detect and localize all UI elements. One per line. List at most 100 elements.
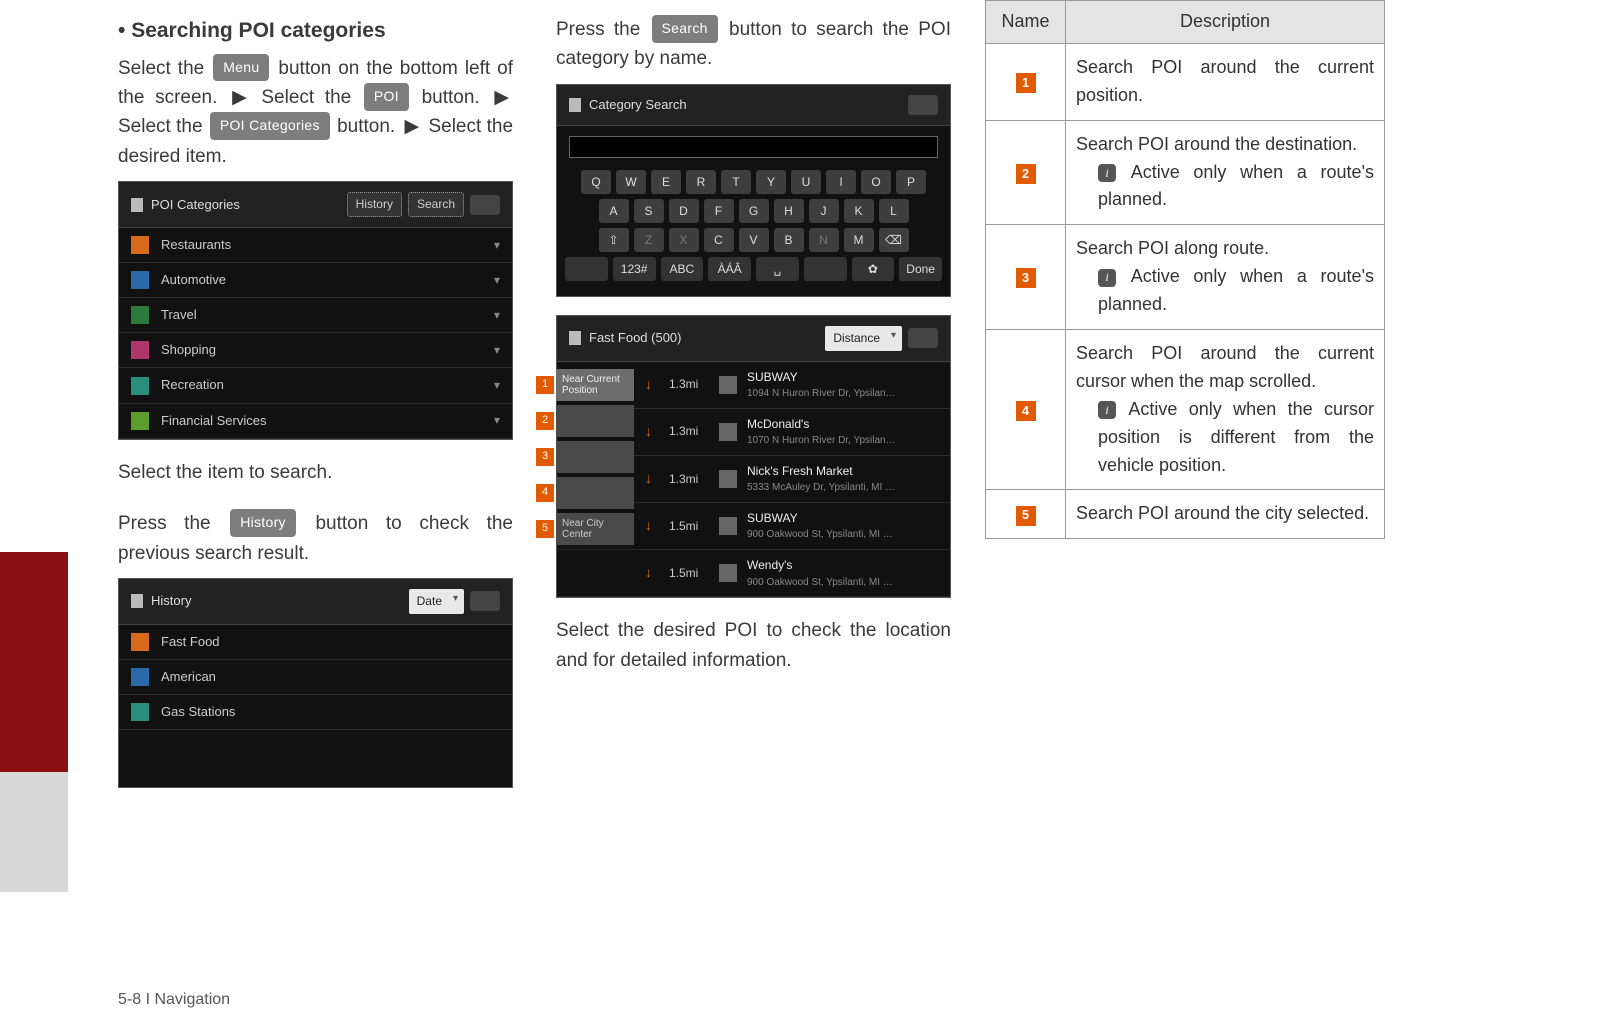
keyboard-key[interactable] (804, 257, 847, 281)
result-distance: 1.5mi (669, 517, 709, 536)
description-text: Search POI around the destination. (1076, 134, 1357, 154)
table-desc-cell: Search POI along route.i Active only whe… (1066, 225, 1385, 330)
result-distance: 1.3mi (669, 422, 709, 441)
column-3: Name Description 1Search POI around the … (985, 0, 1385, 539)
chevron-down-icon: ▾ (494, 236, 500, 255)
poi-logo-icon (719, 564, 737, 582)
history-button-chip: History (230, 509, 296, 537)
callout-number: 2 (1016, 164, 1036, 184)
callout-number: 3 (1016, 268, 1036, 288)
keyboard-key[interactable]: K (844, 199, 874, 223)
table-desc-cell: Search POI around the current cursor whe… (1066, 330, 1385, 490)
callout-number: 2 (536, 412, 554, 430)
result-row[interactable]: ↓1.5miWendy's900 Oakwood St, Ypsilanti, … (557, 550, 950, 597)
list-item[interactable]: Fast Food (119, 625, 512, 660)
list-item[interactable]: Recreation▾ (119, 368, 512, 403)
callout-number: 5 (1016, 506, 1036, 526)
callout-tabs: 1Near Current Position2345Near City Cent… (536, 367, 634, 547)
category-icon (131, 703, 149, 721)
heading-text: Searching POI categories (131, 19, 385, 42)
poi-categories-button-chip: POI Categories (210, 112, 330, 140)
category-label: Travel (161, 305, 197, 325)
keyboard-key[interactable]: ⇧ (599, 228, 629, 252)
keyboard-key[interactable]: P (896, 170, 926, 194)
keyboard-key[interactable]: D (669, 199, 699, 223)
keyboard-key[interactable]: ␣ (756, 257, 799, 281)
category-icon (131, 341, 149, 359)
history-label: Fast Food (161, 632, 220, 652)
menu-button-chip: Menu (213, 54, 269, 82)
keyboard-key[interactable]: S (634, 199, 664, 223)
sort-dropdown[interactable]: Date (409, 589, 464, 614)
keyboard-key[interactable]: ✿ (852, 257, 895, 281)
category-icon (131, 236, 149, 254)
keyboard-key[interactable]: Y (756, 170, 786, 194)
keyboard-key[interactable]: V (739, 228, 769, 252)
keyboard-key[interactable]: F (704, 199, 734, 223)
keyboard-key[interactable]: J (809, 199, 839, 223)
keyboard-key[interactable]: E (651, 170, 681, 194)
direction-arrow-icon: ↓ (645, 374, 659, 396)
keyboard-key[interactable]: U (791, 170, 821, 194)
back-button[interactable] (908, 328, 938, 348)
instruction-paragraph-3: Press the Search button to search the PO… (556, 15, 951, 74)
chevron-down-icon: ▾ (494, 341, 500, 360)
list-item[interactable]: Travel▾ (119, 298, 512, 333)
keyboard-key[interactable]: ABC (661, 257, 704, 281)
screenshot-fastfood-wrap: Fast Food (500) Distance ↓1.3miSUBWAY109… (556, 315, 951, 598)
history-button[interactable]: History (347, 192, 402, 217)
callout-number: 4 (1016, 401, 1036, 421)
page-footer: 5-8 I Navigation (118, 988, 230, 1013)
callout-label: Near City Center (556, 513, 634, 545)
keyboard-key[interactable]: W (616, 170, 646, 194)
callout-tab: 5Near City Center (536, 511, 634, 547)
info-icon: i (1098, 401, 1116, 419)
search-input[interactable] (569, 136, 938, 158)
chevron-down-icon: ▾ (494, 411, 500, 430)
keyboard-key[interactable]: R (686, 170, 716, 194)
keyboard-key[interactable]: L (879, 199, 909, 223)
description-text: Search POI around the current position. (1076, 57, 1374, 105)
keyboard-key[interactable]: C (704, 228, 734, 252)
category-icon (131, 412, 149, 430)
instruction-select-item: Select the item to search. (118, 458, 513, 487)
keyboard-key[interactable]: N (809, 228, 839, 252)
keyboard-key[interactable] (565, 257, 608, 281)
screenshot-history: History Date Fast FoodAmericanGas Statio… (118, 578, 513, 788)
keyboard-key[interactable]: O (861, 170, 891, 194)
list-item[interactable]: Restaurants▾ (119, 228, 512, 263)
keyboard-key[interactable]: ÀÁÂ (708, 257, 751, 281)
keyboard-key[interactable]: B (774, 228, 804, 252)
keyboard-key[interactable]: M (844, 228, 874, 252)
flag-icon (569, 98, 581, 112)
search-button[interactable]: Search (408, 192, 464, 217)
keyboard-key[interactable]: Z (634, 228, 664, 252)
list-item[interactable]: Financial Services▾ (119, 404, 512, 439)
keyboard-key[interactable]: T (721, 170, 751, 194)
screen-title: Category Search (589, 95, 687, 115)
keyboard-key[interactable]: A (599, 199, 629, 223)
poi-logo-icon (719, 423, 737, 441)
keyboard-key[interactable]: X (669, 228, 699, 252)
info-text: Active only when a route's planned. (1098, 266, 1374, 314)
back-button[interactable] (470, 195, 500, 215)
keyboard-key[interactable]: ⌫ (879, 228, 909, 252)
list-item[interactable]: Shopping▾ (119, 333, 512, 368)
result-name: SUBWAY (747, 509, 893, 528)
callout-number: 5 (536, 520, 554, 538)
table-desc-cell: Search POI around the current position. (1066, 43, 1385, 120)
keyboard-key[interactable]: Q (581, 170, 611, 194)
list-item[interactable]: Automotive▾ (119, 263, 512, 298)
list-item[interactable]: Gas Stations (119, 695, 512, 730)
category-icon (131, 668, 149, 686)
list-item[interactable]: American (119, 660, 512, 695)
keyboard-key[interactable]: I (826, 170, 856, 194)
back-button[interactable] (908, 95, 938, 115)
callout-number: 4 (536, 484, 554, 502)
keyboard-key[interactable]: H (774, 199, 804, 223)
keyboard-key[interactable]: G (739, 199, 769, 223)
keyboard-key[interactable]: Done (899, 257, 942, 281)
sort-dropdown[interactable]: Distance (825, 326, 902, 351)
back-button[interactable] (470, 591, 500, 611)
keyboard-key[interactable]: 123# (613, 257, 656, 281)
